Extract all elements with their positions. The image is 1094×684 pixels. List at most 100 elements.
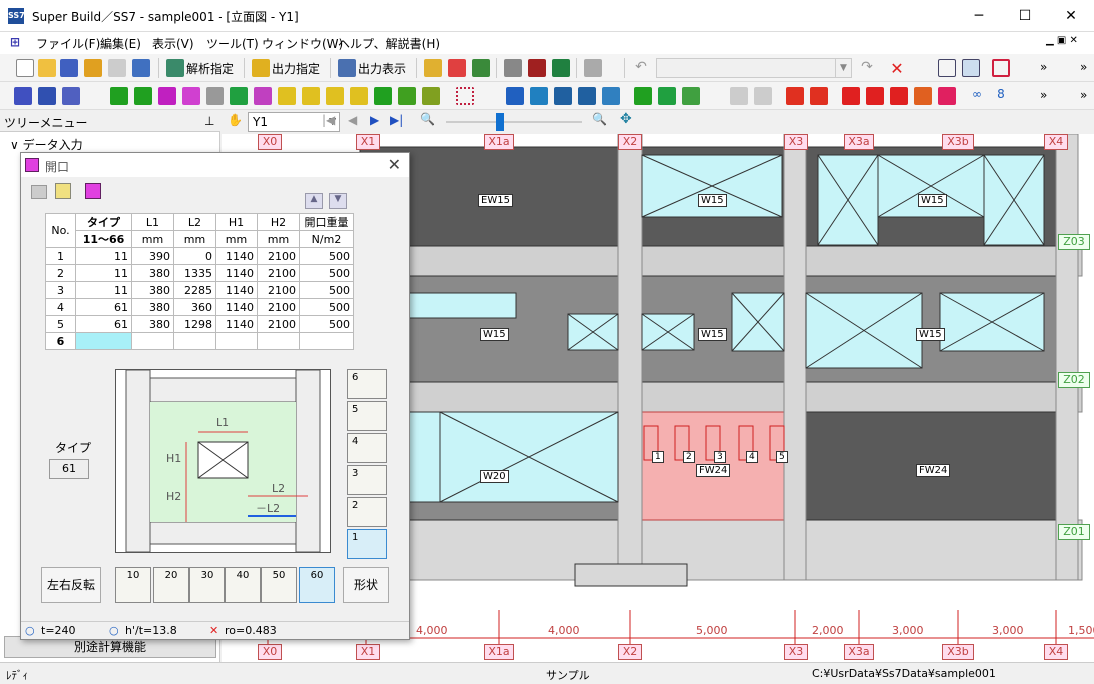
load5-icon[interactable] [890, 87, 908, 105]
cell-no[interactable]: 6 [45, 332, 76, 350]
vpos-button-2[interactable]: 2 [347, 497, 387, 527]
vpos-button-3[interactable]: 3 [347, 465, 387, 495]
open-folder-icon[interactable] [38, 59, 56, 77]
flip-button[interactable]: 左右反転 [41, 567, 101, 603]
cell-w[interactable]: 500 [299, 281, 354, 299]
menu-help[interactable]: ヘルプ、解説書(H) [338, 35, 440, 52]
slab-icon[interactable] [230, 87, 248, 105]
cell-h2[interactable]: 2100 [257, 247, 300, 265]
grid-icon[interactable] [992, 59, 1010, 77]
table-row[interactable]: 5 61 380 1298 1140 2100 500 [45, 315, 354, 333]
cell-h1[interactable]: 1140 [215, 281, 258, 299]
edit-icon[interactable] [55, 183, 71, 199]
chain2-icon[interactable]: 8 [992, 87, 1010, 105]
opening-shape-icon[interactable] [85, 183, 101, 199]
next-icon[interactable]: ▶ [370, 113, 379, 127]
toolbar2-overflow-icon[interactable]: » [1040, 88, 1047, 102]
joint3-icon[interactable] [422, 87, 440, 105]
cell-l1[interactable]: 380 [131, 298, 174, 316]
load6-icon[interactable] [914, 87, 932, 105]
cell-h2[interactable]: 2100 [257, 315, 300, 333]
cell-h2[interactable]: 2100 [257, 264, 300, 282]
output-view-button[interactable]: 出力表示 [358, 60, 406, 77]
measure-icon[interactable] [506, 87, 524, 105]
redo-icon[interactable]: ↷ [858, 59, 876, 77]
open-data-icon[interactable] [60, 59, 78, 77]
table-row[interactable]: 3 11 380 2285 1140 2100 500 [45, 281, 354, 299]
cell-w[interactable]: 500 [299, 298, 354, 316]
menu-edit[interactable]: 編集(E) [100, 35, 141, 52]
house-icon[interactable] [730, 87, 748, 105]
pdf-icon[interactable] [528, 59, 546, 77]
tree-root[interactable]: ∨ データ入力 [10, 136, 83, 153]
pen-icon[interactable] [278, 87, 296, 105]
load-icon[interactable] [786, 87, 804, 105]
send-icon[interactable] [584, 59, 602, 77]
cell-l2[interactable] [173, 332, 216, 350]
load7-icon[interactable] [938, 87, 956, 105]
output-spec-icon[interactable] [252, 59, 270, 77]
cell-type[interactable]: 11 [75, 247, 132, 265]
toolbar-overflow-icon[interactable]: » [1040, 60, 1047, 74]
vpos-button-4[interactable]: 4 [347, 433, 387, 463]
toolbar-overflow2-icon[interactable]: » [1080, 60, 1087, 74]
dialog-close-icon[interactable]: ✕ [388, 155, 401, 174]
hpos-button-10[interactable]: 10 [115, 567, 151, 603]
cell-l1[interactable]: 380 [131, 315, 174, 333]
mdi-minimize-icon[interactable]: ▁ ▣ ✕ [1046, 35, 1078, 46]
node-icon[interactable] [554, 87, 572, 105]
cell-w[interactable]: 500 [299, 315, 354, 333]
cell-l2[interactable]: 1335 [173, 264, 216, 282]
image-icon[interactable] [31, 185, 47, 199]
cell-w[interactable]: 500 [299, 264, 354, 282]
frame-icon[interactable] [14, 87, 32, 105]
rotate-icon[interactable] [578, 87, 596, 105]
last-icon[interactable]: ▶| [390, 113, 403, 127]
analysis-icon[interactable] [166, 59, 184, 77]
zoom-thumb[interactable] [496, 113, 504, 131]
vpos-button-6[interactable]: 6 [347, 369, 387, 399]
delete-icon[interactable]: ✕ [888, 59, 906, 78]
dimension-icon[interactable] [530, 87, 548, 105]
pin-icon[interactable]: ⊥ [204, 114, 214, 128]
cell-type[interactable]: 61 [75, 315, 132, 333]
table-row[interactable]: 4 61 380 360 1140 2100 500 [45, 298, 354, 316]
vpos-button-5[interactable]: 5 [347, 401, 387, 431]
move-up-icon[interactable]: ▲ [305, 193, 323, 209]
joint-icon[interactable] [374, 87, 392, 105]
grid-frame-icon[interactable] [38, 87, 56, 105]
cell-h1[interactable]: 1140 [215, 315, 258, 333]
cell-h2[interactable]: 2100 [257, 298, 300, 316]
toolbar2-overflow2-icon[interactable]: » [1080, 88, 1087, 102]
cell-l1[interactable]: 380 [131, 264, 174, 282]
hpos-button-30[interactable]: 30 [189, 567, 225, 603]
cell-h1[interactable] [215, 332, 258, 350]
zoom-track[interactable] [446, 121, 582, 123]
print-icon[interactable] [504, 59, 522, 77]
lock-icon[interactable] [84, 59, 102, 77]
output-view-icon[interactable] [338, 59, 356, 77]
window-icon[interactable] [938, 59, 956, 77]
hpos-button-40[interactable]: 40 [225, 567, 261, 603]
support2-icon[interactable] [658, 87, 676, 105]
zoom-in-icon[interactable]: 🔍 [592, 112, 607, 126]
first-icon[interactable]: |◀ [322, 113, 335, 127]
prev-icon[interactable]: ◀ [348, 113, 357, 127]
joint2-icon[interactable] [398, 87, 416, 105]
menu-tools[interactable]: ツール(T) [206, 35, 259, 52]
mesh-icon[interactable] [456, 87, 474, 105]
cell-l1[interactable]: 380 [131, 281, 174, 299]
wall2-icon[interactable] [254, 87, 272, 105]
save-as-icon[interactable] [132, 59, 150, 77]
hpos-button-60[interactable]: 60 [299, 567, 335, 603]
check-icon[interactable] [472, 59, 490, 77]
zoom-out-icon[interactable]: 🔍 [420, 112, 435, 126]
column-icon[interactable] [110, 87, 128, 105]
csv-icon[interactable] [552, 59, 570, 77]
cell-l2[interactable]: 0 [173, 247, 216, 265]
warning-icon[interactable] [448, 59, 466, 77]
report-icon[interactable] [424, 59, 442, 77]
new-file-icon[interactable] [16, 59, 34, 77]
cell-l2[interactable]: 360 [173, 298, 216, 316]
load2-icon[interactable] [810, 87, 828, 105]
